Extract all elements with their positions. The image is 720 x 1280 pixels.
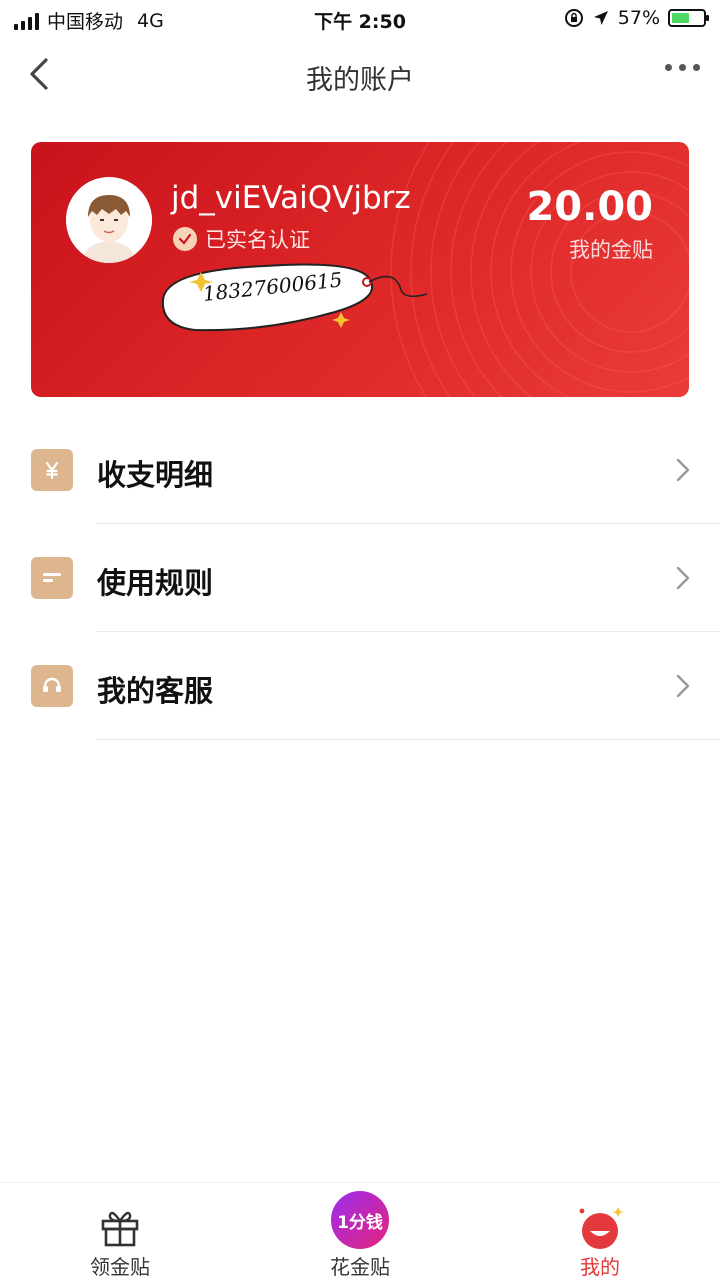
page-title: 我的账户 (306, 65, 414, 96)
chevron-right-icon (676, 674, 690, 698)
menu-item-label: 使用规则 (97, 566, 214, 600)
battery-icon (668, 9, 709, 27)
balance-label: 我的金贴 (569, 238, 653, 262)
signal-icon (14, 12, 39, 30)
account-menu: 收支明细 使用规则 我的客服 (0, 416, 720, 740)
status-right: 57% (564, 7, 709, 29)
avatar[interactable] (66, 177, 152, 263)
menu-item-label: 收支明细 (97, 458, 214, 492)
menu-item-transactions[interactable]: 收支明细 (0, 416, 720, 524)
verified-status: 已实名认证 (173, 224, 310, 254)
battery-fill (672, 13, 690, 23)
status-left: 中国移动 4G (14, 7, 164, 34)
check-circle-icon (173, 227, 197, 251)
network-type: 4G (137, 9, 164, 32)
tab-label: 花金贴 (330, 1255, 390, 1279)
location-arrow-icon (593, 11, 608, 25)
chevron-right-icon (676, 458, 690, 482)
status-bar: 中国移动 4G 下午 2:50 57% (0, 0, 720, 40)
tab-label: 我的 (580, 1255, 620, 1279)
account-card: jd_viEVaiQVjbrz 已实名认证 18327600615 20.00 … (31, 142, 689, 397)
battery-percent: 57% (617, 7, 660, 29)
tab-get-gold[interactable]: 领金贴 (0, 1183, 240, 1280)
rotation-lock-icon (564, 9, 583, 27)
profile-face-icon (579, 1207, 624, 1249)
gift-icon (101, 1211, 139, 1247)
verified-text: 已实名认证 (205, 228, 310, 252)
menu-item-label: 我的客服 (97, 674, 214, 708)
chevron-right-icon (676, 566, 690, 590)
avatar-cartoon-icon (66, 177, 152, 263)
menu-item-rules[interactable]: 使用规则 (0, 524, 720, 632)
tab-label: 领金贴 (90, 1255, 150, 1279)
more-dots-icon[interactable] (665, 64, 700, 71)
menu-item-customer-service[interactable]: 我的客服 (0, 632, 720, 740)
document-icon (31, 557, 73, 599)
balance-value[interactable]: 20.00 (526, 184, 653, 230)
nav-bar: 我的账户 (0, 40, 720, 108)
carrier-name: 中国移动 (47, 11, 124, 33)
one-cent-badge-icon: 1分钱 (331, 1191, 389, 1249)
tab-spend-gold[interactable]: 1分钱 花金贴 (240, 1183, 480, 1280)
headset-icon (31, 665, 73, 707)
yuan-icon (31, 449, 73, 491)
badge-text: 1分钱 (337, 1212, 383, 1233)
username: jd_viEVaiQVjbrz (171, 180, 411, 216)
tab-bar: 领金贴 1分钱 花金贴 我的 (0, 1182, 720, 1280)
tab-mine[interactable]: 我的 (480, 1183, 720, 1280)
chevron-left-icon[interactable] (22, 54, 62, 94)
divider (96, 739, 720, 740)
